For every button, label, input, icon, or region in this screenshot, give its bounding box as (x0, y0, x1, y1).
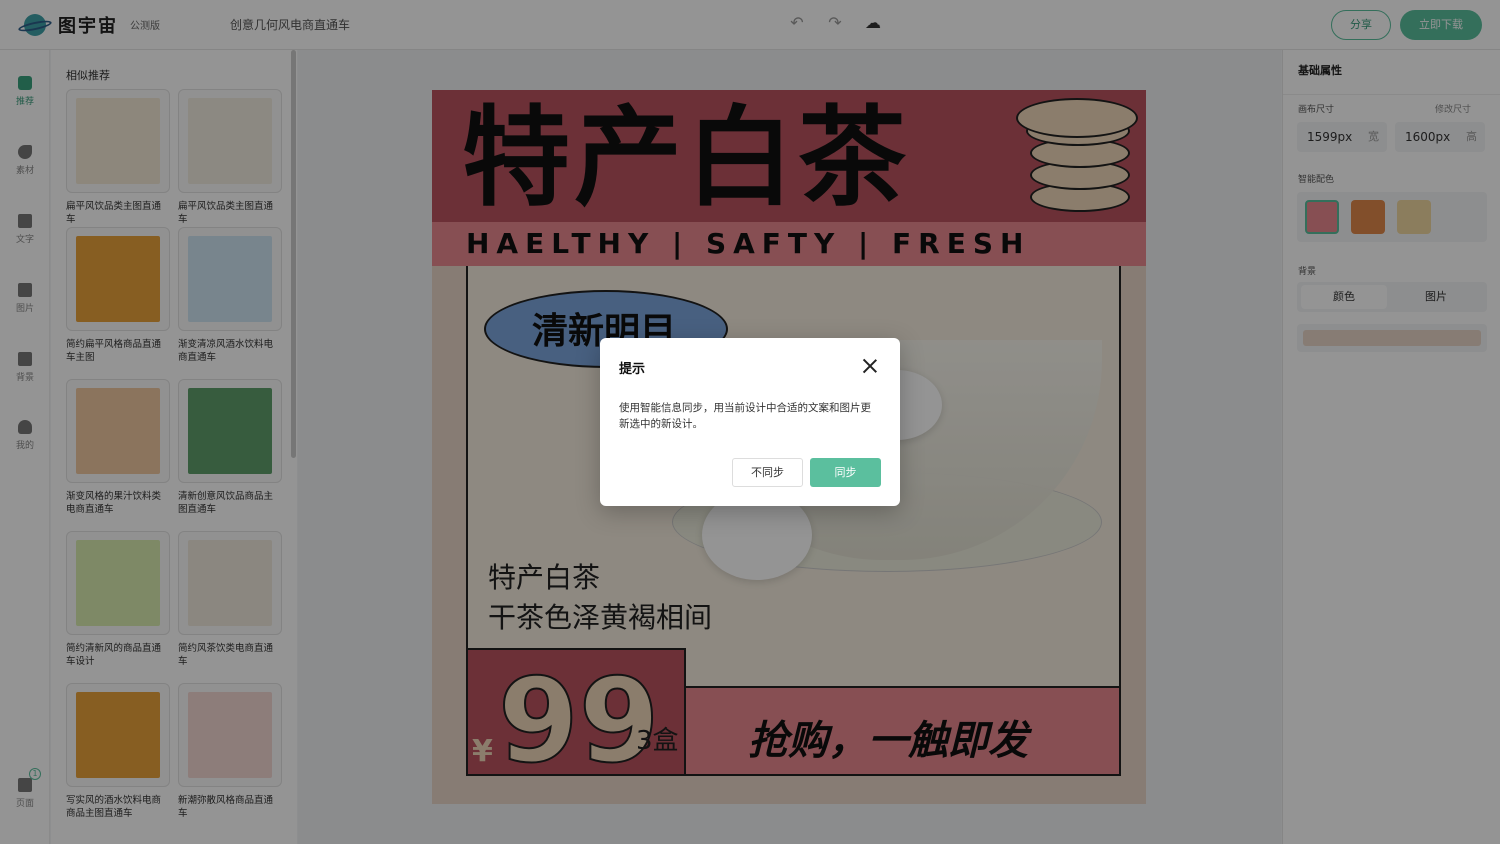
sync-dialog: 提示 使用智能信息同步，用当前设计中合适的文案和图片更新选中的新设计。 不同步 … (600, 338, 900, 506)
no-sync-button[interactable]: 不同步 (732, 458, 803, 487)
sync-button[interactable]: 同步 (810, 458, 881, 487)
dialog-message: 使用智能信息同步，用当前设计中合适的文案和图片更新选中的新设计。 (619, 402, 871, 430)
dialog-title: 提示 (619, 362, 646, 377)
close-icon[interactable] (862, 358, 878, 374)
